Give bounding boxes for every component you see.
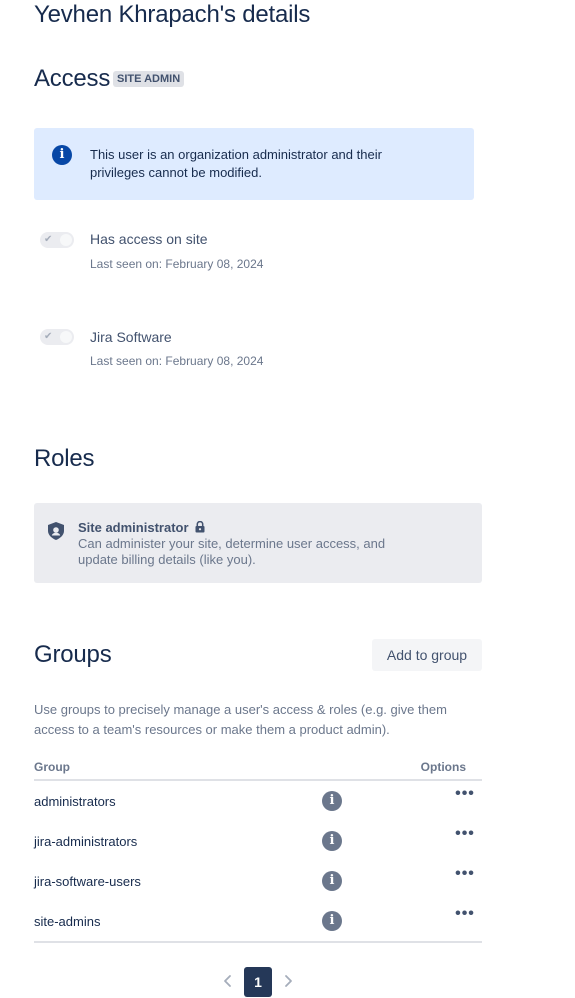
group-name: jira-software-users bbox=[34, 874, 141, 889]
more-icon[interactable]: ••• bbox=[452, 826, 478, 850]
toggle-knob bbox=[60, 234, 72, 246]
info-icon[interactable]: i bbox=[322, 831, 342, 851]
site-access-label: Has access on site bbox=[90, 231, 208, 247]
lock-icon bbox=[195, 521, 205, 533]
role-title-text: Site administrator bbox=[78, 520, 189, 535]
info-message-panel: i This user is an organization administr… bbox=[34, 128, 474, 200]
page-title: Yevhen Khrapach's details bbox=[34, 1, 311, 28]
pagination: 1 bbox=[218, 967, 298, 997]
jira-software-last-seen: Last seen on: February 08, 2024 bbox=[90, 354, 264, 368]
info-icon[interactable]: i bbox=[322, 911, 342, 931]
column-header-group[interactable]: Group bbox=[34, 760, 70, 774]
page-button-current[interactable]: 1 bbox=[244, 967, 272, 997]
group-name: jira-administrators bbox=[34, 834, 138, 849]
info-icon: i bbox=[52, 145, 72, 165]
groups-table-header: Group Options bbox=[34, 759, 482, 781]
site-access-last-seen: Last seen on: February 08, 2024 bbox=[90, 257, 264, 271]
roles-section-title: Roles bbox=[34, 445, 95, 472]
check-icon: ✔ bbox=[44, 331, 53, 342]
table-row: site-admins i ••• bbox=[34, 902, 482, 942]
site-admin-badge: SITE ADMIN bbox=[113, 71, 185, 87]
table-row: jira-administrators i ••• bbox=[34, 822, 482, 862]
access-section-title: Access bbox=[34, 65, 111, 92]
site-access-toggle[interactable]: ✔ bbox=[40, 232, 74, 248]
role-title: Site administrator bbox=[78, 519, 205, 537]
jira-software-toggle[interactable]: ✔ bbox=[40, 329, 74, 345]
site-administrator-role: Site administrator Can administer your s… bbox=[34, 503, 482, 583]
groups-section-title: Groups bbox=[34, 641, 112, 668]
table-row: jira-software-users i ••• bbox=[34, 862, 482, 902]
table-bottom-divider bbox=[34, 941, 482, 943]
more-icon[interactable]: ••• bbox=[452, 786, 478, 810]
groups-description: Use groups to precisely manage a user's … bbox=[34, 702, 447, 737]
check-icon: ✔ bbox=[44, 234, 53, 245]
jira-software-label: Jira Software bbox=[90, 329, 172, 345]
shield-icon bbox=[48, 522, 64, 540]
chevron-left-icon[interactable] bbox=[220, 973, 236, 989]
table-row: administrators i ••• bbox=[34, 782, 482, 822]
info-message-text: This user is an organization administrat… bbox=[90, 147, 382, 180]
chevron-right-icon[interactable] bbox=[280, 973, 296, 989]
more-icon[interactable]: ••• bbox=[452, 866, 478, 890]
group-name: site-admins bbox=[34, 914, 101, 929]
add-to-group-button[interactable]: Add to group bbox=[372, 639, 482, 671]
column-header-options: Options bbox=[420, 760, 466, 774]
role-description: Can administer your site, determine user… bbox=[78, 536, 386, 567]
info-icon[interactable]: i bbox=[322, 791, 342, 811]
toggle-knob bbox=[60, 331, 72, 343]
more-icon[interactable]: ••• bbox=[452, 906, 478, 930]
group-name: administrators bbox=[34, 794, 116, 809]
info-icon[interactable]: i bbox=[322, 871, 342, 891]
